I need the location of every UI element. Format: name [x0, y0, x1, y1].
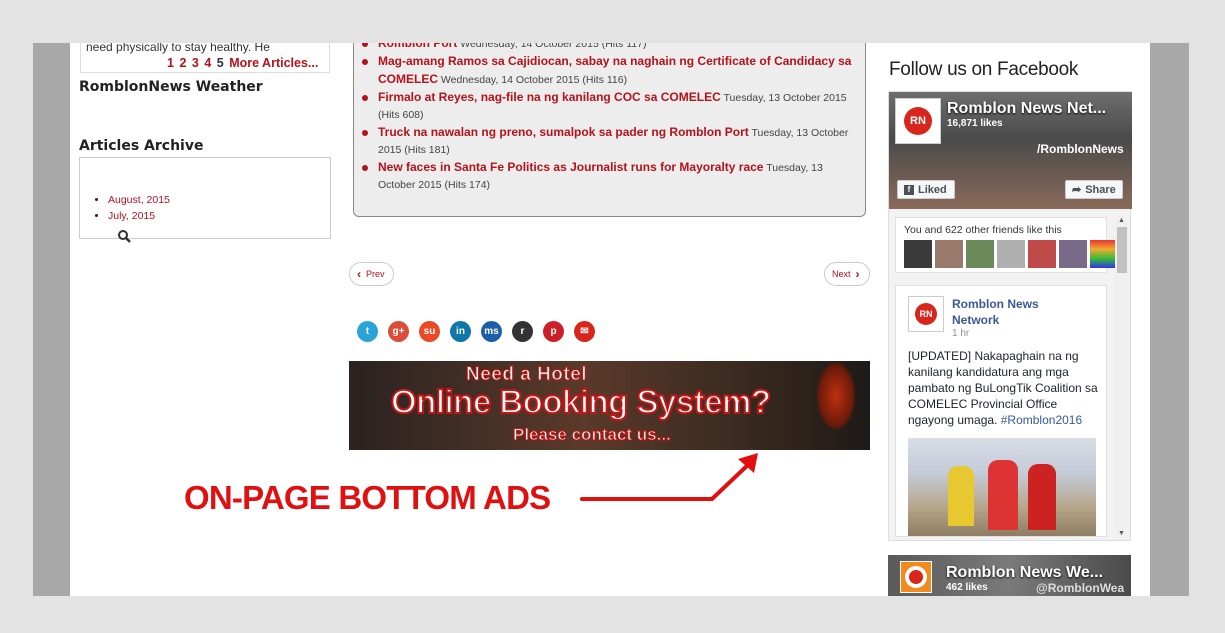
liked-label: Liked — [918, 183, 947, 196]
share-bar: t g+ su in ms r p ✉ — [357, 321, 595, 342]
news-meta: Wednesday, 14 October 2015 (Hits 116) — [440, 74, 628, 86]
avatar[interactable] — [935, 240, 963, 268]
person-figure — [1028, 464, 1056, 530]
more-articles-link[interactable]: More Articles... — [229, 56, 318, 70]
avatar[interactable] — [1059, 240, 1087, 268]
myspace-icon[interactable]: ms — [481, 321, 502, 342]
avatar[interactable] — [997, 240, 1025, 268]
news-item: Mag-amang Ramos sa Cajidiocan, sabay na … — [362, 53, 858, 89]
page-link[interactable]: 4 — [204, 56, 211, 70]
weather-heading: RomblonNews Weather — [79, 79, 263, 95]
bullet — [362, 95, 368, 101]
archive-box: August, 2015 July, 2015 — [79, 157, 331, 239]
archive-item[interactable]: July, 2015 — [108, 208, 170, 224]
page-logo[interactable] — [900, 561, 932, 593]
news-meta: Wednesday, 14 October 2015 (Hits 117) — [460, 43, 647, 50]
scroll-thumb[interactable] — [1117, 227, 1127, 273]
news-item: Truck na nawalan ng preno, sumalpok sa p… — [362, 124, 858, 159]
facebook-handle: @RomblonWea — [1036, 581, 1125, 595]
chevron-right-icon: › — [855, 267, 860, 281]
ad-line-3: Please contact us... — [513, 425, 672, 445]
ad-headline: Online Booking System? — [390, 382, 772, 421]
email-icon[interactable]: ✉ — [574, 321, 595, 342]
archive-heading: Articles Archive — [79, 138, 204, 154]
search-icon[interactable] — [117, 229, 133, 245]
news-link[interactable]: Romblon Port — [378, 43, 457, 50]
avatar[interactable] — [966, 240, 994, 268]
facebook-page-name[interactable]: Romblon News Net... — [947, 100, 1106, 118]
twitter-icon[interactable]: t — [357, 321, 378, 342]
news-link[interactable]: Firmalo at Reyes, nag-file na ng kanilan… — [378, 90, 721, 104]
friend-avatars — [904, 240, 1118, 268]
post-text: [UPDATED] Nakapaghain na ng kanilang kan… — [908, 348, 1103, 428]
linkedin-icon[interactable]: in — [450, 321, 471, 342]
scroll-up-icon[interactable]: ▲ — [1118, 217, 1125, 224]
avatar[interactable] — [1090, 240, 1118, 268]
bullet — [362, 165, 368, 171]
prev-button[interactable]: ‹ Prev — [349, 262, 394, 286]
logo-mark — [905, 566, 927, 588]
facebook-handle: /RomblonNews — [1037, 142, 1124, 156]
news-list-box: Romblon Port Wednesday, 14 October 2015 … — [353, 43, 866, 217]
friends-like-text: You and 622 other friends like this — [904, 224, 1062, 236]
post-hashtag[interactable]: #Romblon2016 — [1001, 413, 1082, 427]
archive-item[interactable]: August, 2015 — [108, 192, 170, 208]
page-current: 5 — [216, 56, 224, 70]
page-link[interactable]: 1 — [167, 56, 174, 70]
avatar[interactable] — [1028, 240, 1056, 268]
annotation-callout: ON-PAGE BOTTOM ADS — [184, 479, 551, 516]
pinterest-icon[interactable]: p — [543, 321, 564, 342]
stumbleupon-icon[interactable]: su — [419, 321, 440, 342]
news-link[interactable]: Truck na nawalan ng preno, sumalpok sa p… — [378, 125, 749, 139]
person-figure — [988, 460, 1018, 530]
facebook-cover: RN Romblon News Net... 16,871 likes /Rom… — [889, 92, 1132, 209]
news-list: Romblon Port Wednesday, 14 October 2015 … — [362, 43, 858, 194]
facebook-like-count: 462 likes — [946, 582, 988, 593]
facebook-post: RN Romblon News Network 1 hr [UPDATED] N… — [895, 285, 1107, 537]
article-snippet: need physically to stay healthy. He — [86, 43, 270, 54]
facebook-page-widget: RN Romblon News Net... 16,871 likes /Rom… — [888, 91, 1132, 541]
page-link[interactable]: 3 — [192, 56, 199, 70]
facebook-page-widget-2: Romblon News We... 462 likes @RomblonWea — [888, 555, 1131, 596]
post-time[interactable]: 1 hr — [952, 328, 969, 339]
news-item: Firmalo at Reyes, nag-file na ng kanilan… — [362, 89, 858, 124]
bullet — [362, 59, 368, 65]
news-link[interactable]: New faces in Santa Fe Politics as Journa… — [378, 160, 763, 174]
scroll-down-icon[interactable]: ▼ — [1118, 530, 1125, 537]
liked-button[interactable]: f Liked — [897, 180, 955, 199]
facebook-icon: f — [904, 184, 914, 195]
post-page-logo[interactable]: RN — [908, 296, 944, 332]
share-icon: ➦ — [1072, 184, 1082, 196]
share-label: Share — [1085, 183, 1116, 196]
page-logo[interactable]: RN — [895, 98, 941, 144]
next-label: Next — [832, 269, 851, 279]
prev-label: Prev — [366, 269, 385, 279]
google-plus-icon[interactable]: g+ — [388, 321, 409, 342]
facebook-heading: Follow us on Facebook — [889, 59, 1079, 80]
next-button[interactable]: Next › — [824, 262, 870, 286]
pagination: 1 2 3 4 5 More Articles... — [167, 56, 320, 70]
avatar[interactable] — [904, 240, 932, 268]
post-photo[interactable] — [908, 438, 1096, 536]
chevron-left-icon: ‹ — [357, 267, 361, 281]
bullet — [362, 43, 368, 47]
facebook-like-count: 16,871 likes — [947, 118, 1003, 129]
facebook-page-name[interactable]: Romblon News We... — [946, 564, 1103, 582]
web-page: need physically to stay healthy. He 1 2 … — [70, 43, 1150, 596]
post-author[interactable]: Romblon News Network — [952, 296, 1062, 328]
reddit-icon[interactable]: r — [512, 321, 533, 342]
friends-like-panel: You and 622 other friends like this — [895, 217, 1118, 273]
logo-mark: RN — [915, 303, 937, 325]
logo-mark: RN — [904, 107, 932, 135]
person-figure — [948, 466, 974, 526]
news-item: Romblon Port Wednesday, 14 October 2015 … — [362, 43, 858, 53]
share-button[interactable]: ➦ Share — [1065, 180, 1123, 199]
widget-scrollbar[interactable]: ▲ ▼ — [1115, 217, 1129, 537]
annotation-arrow-icon — [580, 453, 758, 501]
news-item: New faces in Santa Fe Politics as Journa… — [362, 159, 858, 194]
lamp-decoration — [816, 361, 856, 431]
bullet — [362, 130, 368, 136]
hotel-booking-ad[interactable]: Need a Hotel Online Booking System? Plea… — [349, 361, 870, 450]
page-link[interactable]: 2 — [179, 56, 186, 70]
